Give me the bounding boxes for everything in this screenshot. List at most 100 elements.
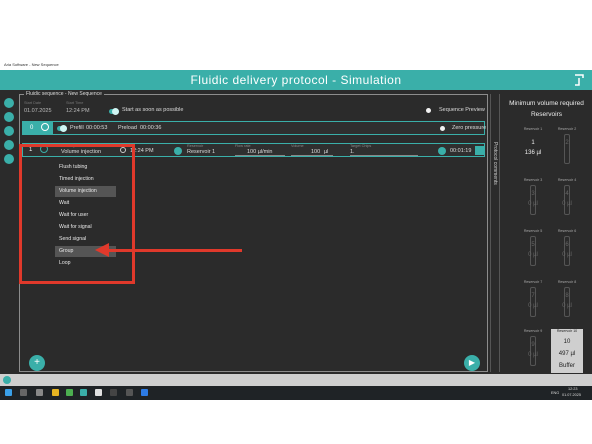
zero-pressure-radio[interactable] — [440, 126, 445, 131]
reservoir-card[interactable]: Reservoir 3 3 0 µl — [517, 178, 549, 222]
reservoir-panel: Minimum volume required Reservoirs Reser… — [501, 90, 592, 374]
nav-home-icon[interactable] — [4, 98, 14, 108]
vscode-icon[interactable] — [141, 389, 148, 396]
min-volume-title: Minimum volume required — [509, 100, 584, 107]
reservoir-card[interactable]: Reservoir 5 5 0 µl — [517, 229, 549, 273]
prefill-row[interactable]: 0 Prefill 00:00:53 Preload 00:00:36 Zero… — [22, 121, 487, 135]
flow-rate-underline — [235, 155, 285, 156]
reservoir-name: Reservoir 6 — [557, 229, 577, 233]
explorer-icon[interactable] — [52, 389, 59, 396]
reservoir-card[interactable]: Reservoir 6 6 0 µl — [551, 229, 583, 273]
reservoir-number: 2 — [565, 140, 569, 146]
reservoir-card[interactable]: Reservoir 2 2 — [551, 127, 583, 171]
nav-folder-icon[interactable] — [4, 126, 14, 136]
reservoir-volume: 0 µl — [528, 252, 538, 258]
task-view-icon[interactable] — [36, 389, 43, 396]
reservoir-slider[interactable] — [530, 287, 536, 317]
target-chips-label: Target Chips — [350, 144, 372, 148]
reservoir-name: Reservoir 5 — [523, 229, 543, 233]
reservoir-volume: 0 µl — [528, 303, 538, 309]
annotation-arrow-head — [95, 243, 109, 257]
reservoir-number: 9 — [531, 342, 535, 348]
app-logo-icon — [575, 74, 584, 86]
reservoir-slider[interactable] — [564, 134, 570, 164]
start-date-value[interactable]: 01.07.2025 — [24, 108, 52, 114]
reservoir-slider[interactable] — [564, 185, 570, 215]
reservoir-name: Reservoir 3 — [523, 178, 543, 182]
reservoir-number: 4 — [565, 191, 569, 197]
window-title: Aria Software - New Sequence — [0, 60, 592, 70]
reservoir-name: Reservoir 4 — [557, 178, 577, 182]
settings-app-icon[interactable] — [95, 389, 102, 396]
reservoir-card[interactable]: Reservoir 1 1 136 µl — [517, 127, 549, 171]
app-title: Fluidic delivery protocol - Simulation — [190, 73, 402, 87]
nav-save-icon[interactable] — [4, 112, 14, 122]
play-button[interactable]: ▶ — [464, 355, 480, 371]
sequence-legend: Fluidic sequence - New Sequence — [24, 91, 104, 97]
reservoir-number: 6 — [565, 242, 569, 248]
reservoir-number: 8 — [565, 293, 569, 299]
zero-pressure-label: Zero pressure — [452, 125, 487, 131]
app-header: Fluidic delivery protocol - Simulation — [0, 70, 592, 90]
reservoir-card[interactable]: Reservoir 4 4 0 µl — [551, 178, 583, 222]
reservoir-slider[interactable] — [530, 336, 536, 366]
reservoir-value[interactable]: Reservoir 1 — [187, 149, 215, 155]
preview-radio[interactable] — [426, 108, 431, 113]
nav-settings-icon[interactable] — [4, 140, 14, 150]
keyboard-lang[interactable]: ENG — [551, 391, 559, 395]
reservoir-icon — [174, 147, 182, 155]
reservoir-slider[interactable] — [530, 236, 536, 266]
status-bar — [0, 374, 592, 386]
taskbar — [0, 386, 592, 400]
search-icon[interactable] — [20, 389, 27, 396]
reservoir-volume: 0 µl — [528, 201, 538, 207]
reservoir-slider[interactable] — [564, 236, 570, 266]
reservoir-card[interactable]: Reservoir 10 10 497 µl Buffer — [551, 329, 583, 373]
start-asap-toggle[interactable] — [109, 108, 119, 115]
reservoir-card[interactable]: Reservoir 8 8 0 µl — [551, 280, 583, 324]
step-duration: 00:01:19 — [450, 148, 472, 154]
nav-monitor-icon[interactable] — [4, 154, 14, 164]
add-step-button[interactable]: + — [29, 355, 45, 371]
status-icon — [3, 376, 11, 384]
reservoir-number: 10 — [563, 339, 571, 345]
terminal-icon[interactable] — [110, 389, 117, 396]
prefill-time: 00:00:53 — [86, 125, 108, 131]
reservoir-slider[interactable] — [530, 185, 536, 215]
reservoir-number: 1 — [531, 140, 535, 146]
prefill-toggle[interactable] — [57, 125, 67, 132]
files-icon[interactable] — [126, 389, 133, 396]
info-icon[interactable] — [41, 123, 49, 131]
protocol-comments-tab[interactable]: Protocol comments — [490, 94, 500, 372]
reservoir-label: Reservoir — [187, 144, 204, 148]
prefill-number: 0 — [30, 125, 34, 131]
reservoir-volume: 136 µl — [524, 150, 542, 156]
reservoir-name: Reservoir 8 — [557, 280, 577, 284]
clock-time[interactable]: 12:23 — [568, 387, 578, 391]
clock-date[interactable]: 01.07.2025 — [562, 393, 581, 397]
reservoir-name: Reservoir 7 — [523, 280, 543, 284]
volume-label: Volume — [291, 144, 304, 148]
reservoir-badge: Buffer — [559, 363, 575, 369]
side-nav — [0, 93, 18, 165]
start-time-value[interactable]: 12:24 PM — [66, 108, 90, 114]
reservoir-volume: 497 µl — [558, 351, 576, 357]
preload-label: Preload — [118, 125, 137, 131]
flow-rate-label: Flow rate — [235, 144, 251, 148]
reservoir-card[interactable]: Reservoir 7 7 0 µl — [517, 280, 549, 324]
reservoir-card[interactable]: Reservoir 9 9 0 µl — [517, 329, 549, 373]
volume-underline — [291, 155, 333, 156]
chrome-icon[interactable] — [66, 389, 73, 396]
app-icon[interactable] — [80, 389, 87, 396]
reservoir-volume: 0 µl — [562, 252, 572, 258]
reservoir-volume: 0 µl — [562, 303, 572, 309]
target-chips-underline — [350, 155, 418, 156]
start-time-label: Start Time — [66, 101, 84, 105]
windows-start-icon[interactable] — [5, 389, 12, 396]
reservoir-slider[interactable] — [564, 287, 570, 317]
prefill-label: Prefill — [70, 125, 84, 131]
start-date-label: Start Date — [24, 101, 42, 105]
reservoir-number: 7 — [531, 293, 535, 299]
step-checkbox[interactable] — [475, 146, 484, 155]
protocol-comments-label: Protocol comments — [492, 142, 498, 185]
